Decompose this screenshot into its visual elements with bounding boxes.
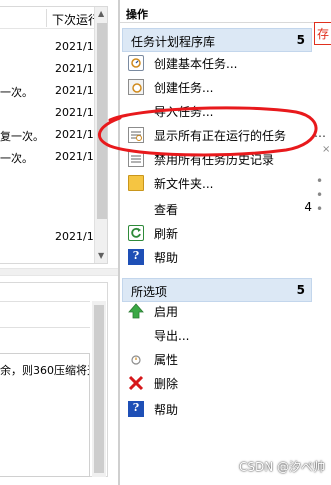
action-create-task[interactable]: 创建任务... [126,76,312,98]
action-import-task[interactable]: 导入任务... [126,100,312,122]
wizard-icon [128,55,144,71]
enable-icon [128,303,144,319]
action-new-folder[interactable]: 新文件夹... [126,172,312,194]
task-list-panel: 下次运行 2021/1 2021/1 一次。 2021/1 2021/1 复一次… [0,0,118,485]
task-table-header: 下次运行 [0,7,100,29]
table-row[interactable]: 一次。 2021/1 [0,81,94,103]
task-detail-panel: 余，则360压缩将无 [0,282,108,477]
section-task-library[interactable]: 任务计划程序库 5 [122,28,312,52]
action-label: 创建基本任务... [154,57,238,71]
action-delete[interactable]: 删除 [126,372,312,394]
scrollbar-thumb[interactable] [94,305,104,473]
action-label: 刷新 [154,227,179,241]
panel-splitter[interactable] [0,268,118,276]
next-run-column-header[interactable]: 下次运行 [52,11,100,28]
row-next-run: 2021/1 [55,62,94,75]
ellipsis-icon: … [314,126,326,140]
scrollbar-thumb[interactable] [97,23,107,219]
save-button[interactable]: 存 [314,22,331,45]
create-task-icon [128,79,144,95]
delete-icon [128,375,144,391]
right-edge-strip: 存 … × • • • [314,0,331,485]
action-label: 导出... [154,329,190,343]
action-enable[interactable]: 启用 [126,300,312,322]
row-next-run: 2021/1 [55,106,94,119]
section-selected-item[interactable]: 所选项 5 [122,278,312,302]
properties-icon [128,351,144,367]
scroll-down-icon[interactable]: ▼ [98,251,104,260]
column-separator[interactable] [46,9,47,27]
action-help[interactable]: ? 帮助 [126,246,312,268]
actions-panel: 操作 任务计划程序库 5 创建基本任务... 创建任务... 导入任务... 显… [118,0,314,485]
section-label: 任务计划程序库 [131,35,216,49]
row-next-run: 2021/1 [55,128,94,141]
folder-icon [128,175,144,191]
table-row[interactable]: 2021/1 [0,227,94,249]
action-view[interactable]: 查看 4 [126,198,312,220]
help-icon: ? [128,249,144,265]
scroll-up-icon[interactable]: ▲ [98,9,104,18]
detail-scrollbar[interactable] [92,301,106,477]
row-next-run: 2021/1 [55,230,94,243]
refresh-icon [128,225,144,241]
action-refresh[interactable]: 刷新 [126,222,312,244]
history-icon [128,151,144,167]
section-label: 所选项 [131,285,168,299]
divider [0,327,90,328]
divider [0,301,90,302]
row-description: 一次。 [0,152,33,165]
action-label: 显示所有正在运行的任务 [154,129,287,143]
action-label: 查看 [154,203,179,217]
action-properties[interactable]: 属性 [126,348,312,370]
row-description: 一次。 [0,86,33,99]
action-label: 帮助 [154,403,179,417]
action-label: 帮助 [154,251,179,265]
table-row[interactable]: 复一次。 2021/1 [0,125,94,147]
table-row[interactable]: 2021/1 [0,59,94,81]
watermark: CSDN @汐ぺ帅 [238,460,325,474]
row-next-run: 2021/1 [55,40,94,53]
action-label: 属性 [154,353,179,367]
close-icon[interactable]: × [322,144,330,155]
row-next-run: 2021/1 [55,84,94,97]
help-icon: ? [128,401,144,417]
action-show-running-tasks[interactable]: 显示所有正在运行的任务 [126,124,312,146]
submenu-arrow-icon: 4 [304,200,312,214]
task-table: 下次运行 2021/1 2021/1 一次。 2021/1 2021/1 复一次… [0,6,108,264]
action-disable-history[interactable]: 禁用所有任务历史记录 [126,148,312,170]
action-create-basic-task[interactable]: 创建基本任务... [126,52,312,74]
task-table-scrollbar[interactable]: ▲ ▼ [94,7,107,263]
action-export[interactable]: 导出... [126,324,312,346]
more-options-icon[interactable]: • • • [316,174,331,216]
action-help[interactable]: ? 帮助 [126,398,312,420]
collapse-arrow-icon[interactable]: 5 [297,283,305,297]
table-row[interactable]: 2021/1 [0,103,94,125]
action-label: 导入任务... [154,105,214,119]
action-label: 新文件夹... [154,177,214,191]
divider [120,22,314,23]
description-box: 余，则360压缩将无 [0,353,90,477]
row-next-run: 2021/1 [55,150,94,163]
action-label: 禁用所有任务历史记录 [154,153,275,167]
description-text: 余，则360压缩将无 [0,364,90,377]
table-row[interactable]: 2021/1 [0,37,94,59]
row-description: 复一次。 [0,130,44,143]
action-label: 创建任务... [154,81,214,95]
actions-title: 操作 [126,8,148,21]
collapse-arrow-icon[interactable]: 5 [297,33,305,47]
action-label: 删除 [154,377,179,391]
table-row[interactable]: 一次。 2021/1 [0,147,94,169]
action-label: 启用 [154,305,179,319]
running-tasks-icon [128,127,144,143]
